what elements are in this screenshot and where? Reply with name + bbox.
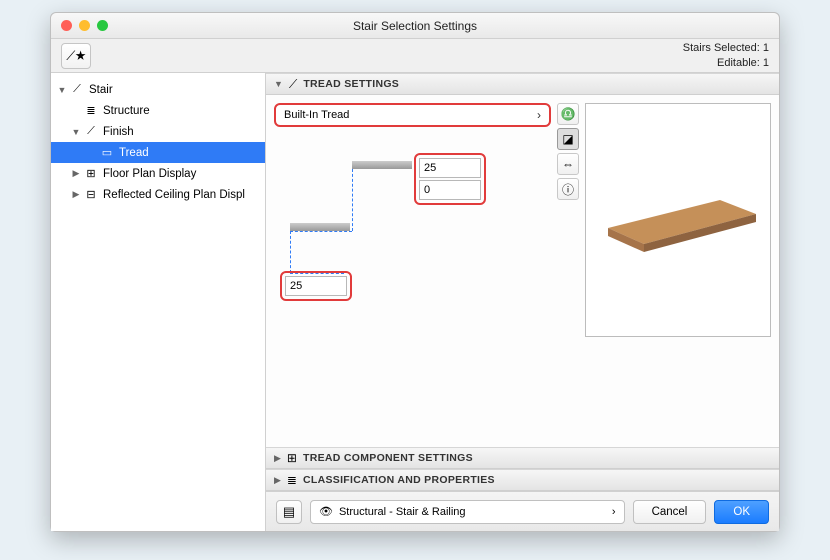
component-icon: ⊞ <box>287 451 297 465</box>
panel-tread-settings-header[interactable]: ▼ ⟋ TREAD SETTINGS <box>266 73 779 95</box>
selected-label: Stairs Selected: <box>683 42 760 54</box>
favorites-button[interactable]: ⟋★ <box>61 43 91 69</box>
layer-icon: ▤ <box>283 504 295 520</box>
panel-title: CLASSIFICATION AND PROPERTIES <box>303 474 495 486</box>
highlight-thickness-nosing: 25 0 <box>414 153 486 205</box>
symbol-icon: ♎ <box>561 107 576 121</box>
nav-tree: ▼⟋Stair ≣Structure ▼⟋Finish ▭Tread ▶⊞Flo… <box>51 73 266 531</box>
tree-label: Structure <box>103 105 150 117</box>
stair-icon: ⟋ <box>69 83 85 96</box>
dimension-icon: ⇔ <box>562 157 574 171</box>
cube-icon: ◪ <box>562 132 573 146</box>
dropdown-value: Built-In Tread <box>284 109 349 121</box>
disclosure-down-icon: ▼ <box>57 85 67 95</box>
tread-icon: ⟋ <box>289 77 297 92</box>
preview-mode-column: ♎ ◪ ⇔ ⓘ <box>557 103 579 439</box>
preview-3d <box>585 103 771 337</box>
properties-icon: ≣ <box>287 473 297 487</box>
diagram-step-lower <box>290 223 350 231</box>
view-info-button[interactable]: ⓘ <box>557 178 579 200</box>
chevron-right-icon: › <box>612 506 616 518</box>
disclosure-down-icon: ▼ <box>274 79 283 89</box>
tree-item-stair[interactable]: ▼⟋ Stair <box>51 79 265 100</box>
tree-item-floorplan[interactable]: ▶⊞ Floor Plan Display <box>51 163 265 184</box>
tree-label: Reflected Ceiling Plan Displ <box>103 189 245 201</box>
window-title: Stair Selection Settings <box>51 19 779 33</box>
titlebar: Stair Selection Settings <box>51 13 779 39</box>
header-bar: ⟋★ Stairs Selected: 1 Editable: 1 <box>51 39 779 73</box>
tree-label: Tread <box>119 147 149 159</box>
layer-value: Structural - Stair & Railing <box>339 506 466 518</box>
tree-item-tread[interactable]: ▭ Tread <box>51 142 265 163</box>
selected-count: 1 <box>763 42 769 54</box>
dash-horizontal <box>290 231 352 232</box>
thickness-input[interactable]: 25 <box>419 158 481 178</box>
chevron-right-icon: › <box>537 108 541 122</box>
ok-button[interactable]: OK <box>714 500 769 524</box>
eye-icon: 👁 <box>319 505 333 518</box>
view-3d-button[interactable]: ◪ <box>557 128 579 150</box>
layer-dropdown[interactable]: 👁 Structural - Stair & Railing › <box>310 500 625 524</box>
selection-summary: Stairs Selected: 1 Editable: 1 <box>683 41 769 70</box>
tread-left-column: Built-In Tread › 25 0 <box>274 103 551 439</box>
rcp-icon: ⊟ <box>83 188 99 201</box>
tread-3d-render <box>600 194 760 264</box>
tread-icon: ▭ <box>99 146 115 159</box>
structure-icon: ≣ <box>83 104 99 117</box>
tread-type-dropdown[interactable]: Built-In Tread › <box>274 103 551 127</box>
thickness2-input[interactable]: 25 <box>285 276 347 296</box>
layer-icon-button[interactable]: ▤ <box>276 500 302 524</box>
diagram-step-upper <box>352 161 412 169</box>
disclosure-right-icon: ▶ <box>71 189 81 200</box>
floorplan-icon: ⊞ <box>83 167 99 180</box>
view-symbol-button[interactable]: ♎ <box>557 103 579 125</box>
tree-item-rcp[interactable]: ▶⊟ Reflected Ceiling Plan Displ <box>51 184 265 205</box>
tree-item-finish[interactable]: ▼⟋ Finish <box>51 121 265 142</box>
info-icon: ⓘ <box>562 181 574 198</box>
tree-label: Floor Plan Display <box>103 168 196 180</box>
view-dimension-button[interactable]: ⇔ <box>557 153 579 175</box>
panel-title: TREAD COMPONENT SETTINGS <box>303 452 473 464</box>
dialog-body: ▼⟋Stair ≣Structure ▼⟋Finish ▭Tread ▶⊞Flo… <box>51 73 779 531</box>
tree-label: Finish <box>103 126 134 138</box>
dash-vertical <box>290 231 291 273</box>
panel-classification-header[interactable]: ▶ ≣ CLASSIFICATION AND PROPERTIES <box>266 469 779 491</box>
disclosure-right-icon: ▶ <box>274 453 281 464</box>
panel-title: TREAD SETTINGS <box>303 78 399 90</box>
dialog-window: Stair Selection Settings ⟋★ Stairs Selec… <box>50 12 780 532</box>
finish-icon: ⟋ <box>83 125 99 138</box>
stair-star-icon: ⟋★ <box>66 48 86 64</box>
tread-diagram: 25 0 25 <box>274 131 551 331</box>
cancel-button[interactable]: Cancel <box>633 500 707 524</box>
main-area: ▼ ⟋ TREAD SETTINGS Built-In Tread › <box>266 73 779 531</box>
disclosure-down-icon: ▼ <box>71 127 81 137</box>
highlight-thickness2: 25 <box>280 271 352 301</box>
tree-label: Stair <box>89 84 113 96</box>
editable-label: Editable: <box>717 57 760 69</box>
dash-vertical <box>352 169 353 231</box>
disclosure-right-icon: ▶ <box>71 168 81 179</box>
editable-count: 1 <box>763 57 769 69</box>
dialog-footer: ▤ 👁 Structural - Stair & Railing › Cancel… <box>266 491 779 531</box>
tread-settings-body: Built-In Tread › 25 0 <box>266 95 779 447</box>
tree-item-structure[interactable]: ≣ Structure <box>51 100 265 121</box>
disclosure-right-icon: ▶ <box>274 475 281 486</box>
panel-tread-component-header[interactable]: ▶ ⊞ TREAD COMPONENT SETTINGS <box>266 447 779 469</box>
nosing-input[interactable]: 0 <box>419 180 481 200</box>
